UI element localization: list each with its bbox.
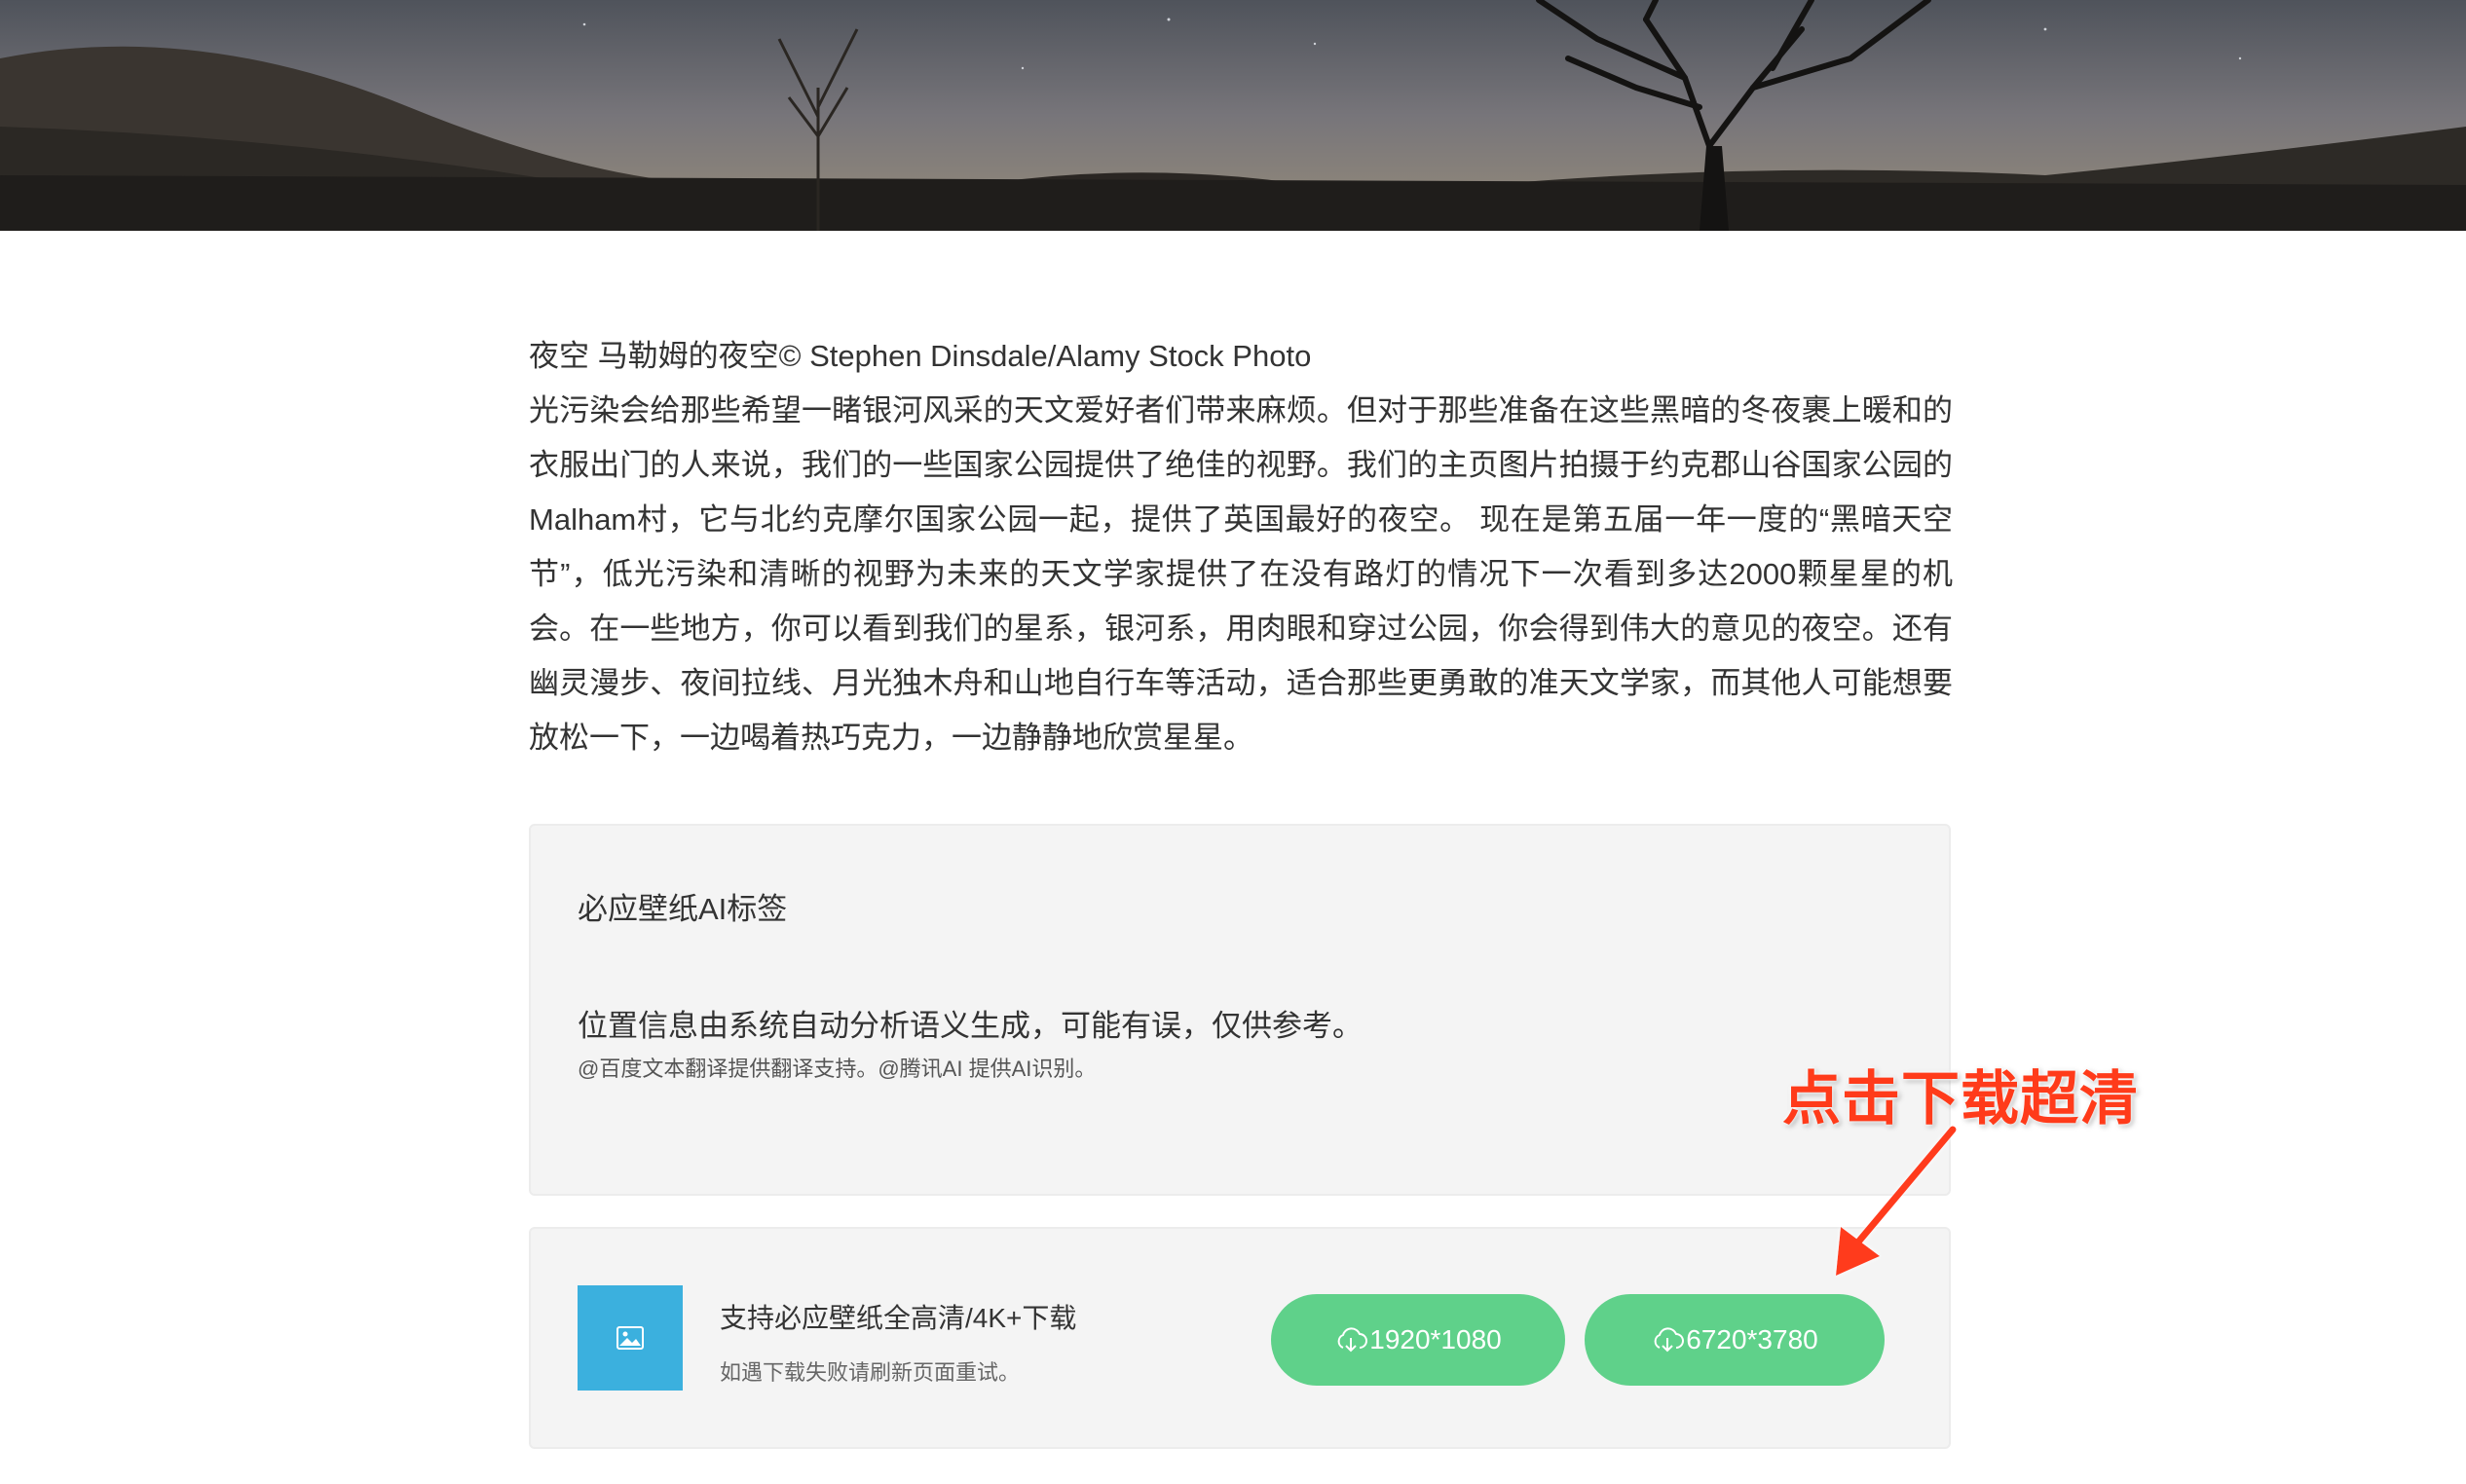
download-1920x1080-label: 1920*1080 — [1369, 1324, 1502, 1354]
ai-tags-credit: @百度文本翻译提供翻译支持。@腾讯AI 提供AI识别。 — [578, 1057, 1097, 1081]
annotation-arrow-icon — [1836, 1126, 1957, 1276]
article: 夜空 马勒姆的夜空© Stephen Dinsdale/Alamy Stock … — [529, 329, 1953, 765]
night-landscape-illustration — [0, 0, 2466, 231]
article-body: 光污染会给那些希望一睹银河风采的天文爱好者们带来麻烦。但对于那些准备在这些黑暗的… — [529, 393, 1953, 755]
download-panel: 支持必应壁纸全高清/4K+下载 如遇下载失败请刷新页面重试。 1920*1080… — [529, 1227, 1951, 1449]
ai-tags-title: 必应壁纸AI标签 — [578, 892, 788, 926]
cloud-download-icon — [1337, 1327, 1368, 1353]
cloud-download-icon — [1654, 1327, 1685, 1353]
download-hint: 如遇下载失败请刷新页面重试。 — [720, 1360, 1021, 1385]
download-title: 支持必应壁纸全高清/4K+下载 — [720, 1303, 1077, 1333]
download-6720x3780-button[interactable]: 6720*3780 — [1585, 1294, 1885, 1386]
download-1920x1080-button[interactable]: 1920*1080 — [1271, 1294, 1565, 1386]
ai-tags-panel: 必应壁纸AI标签 位置信息由系统自动分析语义生成，可能有误，仅供参考。 @百度文… — [529, 824, 1951, 1196]
ai-tags-note: 位置信息由系统自动分析语义生成，可能有误，仅供参考。 — [578, 1009, 1363, 1043]
hero-banner-image — [0, 0, 2466, 231]
image-caption: 夜空 马勒姆的夜空© Stephen Dinsdale/Alamy Stock … — [529, 339, 1312, 373]
download-6720x3780-label: 6720*3780 — [1686, 1324, 1818, 1354]
image-icon — [578, 1285, 683, 1391]
